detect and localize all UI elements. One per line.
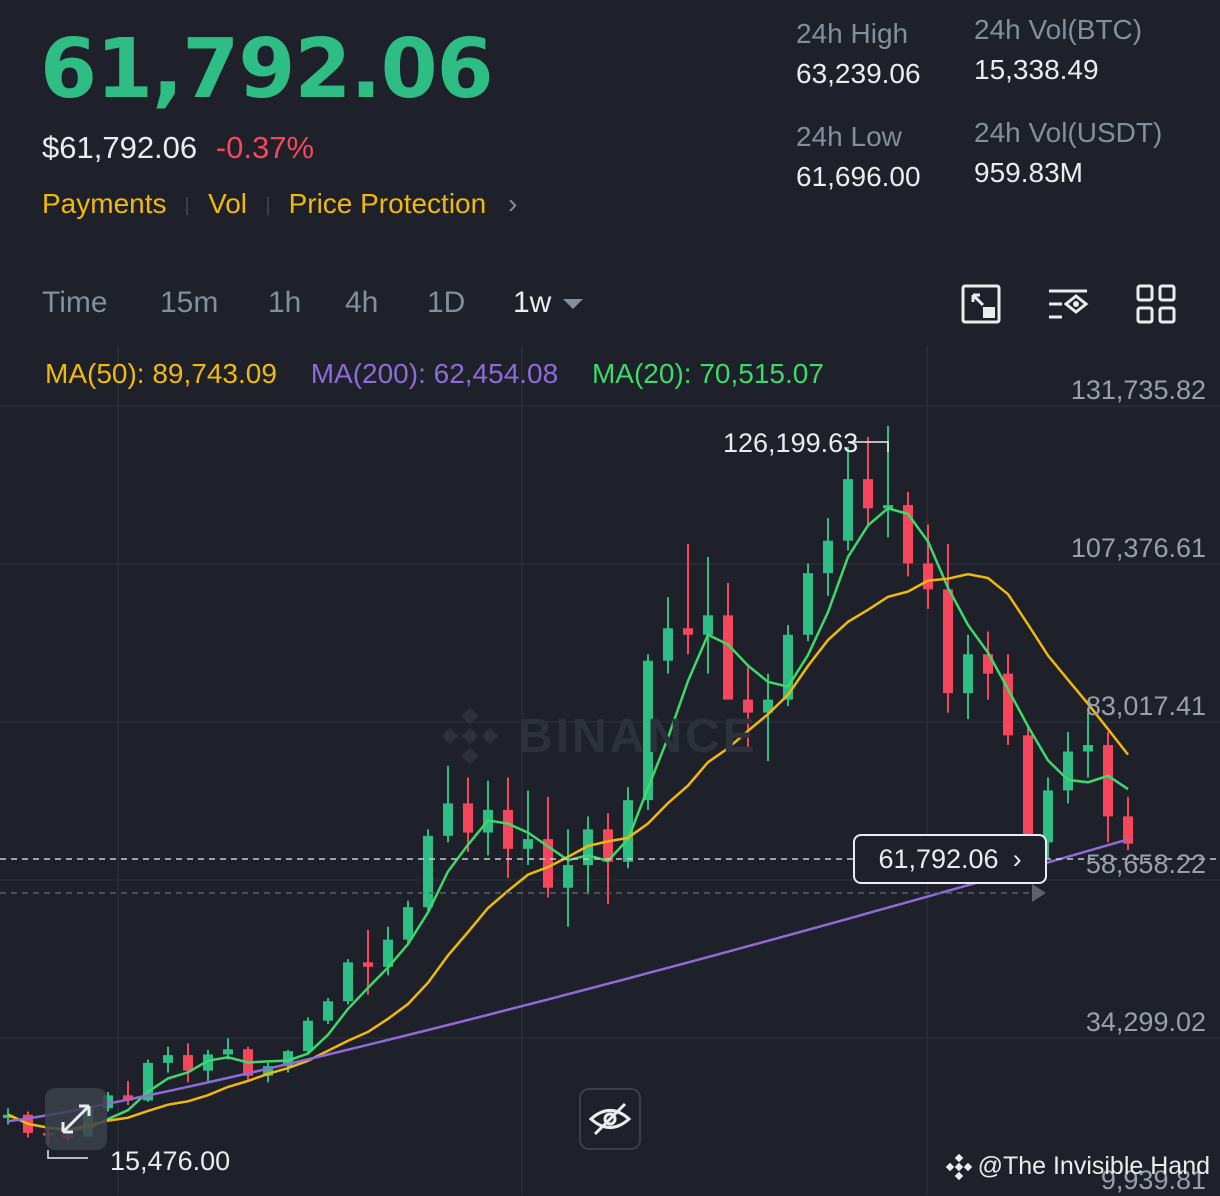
candle-body xyxy=(563,865,573,888)
chevron-right-icon[interactable]: › xyxy=(508,188,517,220)
y-axis-label: 107,376.61 xyxy=(1070,533,1206,563)
candle-body xyxy=(183,1055,193,1071)
credit-text: @The Invisible Hand xyxy=(977,1152,1210,1180)
chevron-right-icon: › xyxy=(1012,843,1022,874)
candle-body xyxy=(1103,745,1113,817)
candle-body xyxy=(423,835,433,908)
tag-price-protection[interactable]: Price Protection xyxy=(289,188,487,220)
candle-body xyxy=(503,809,513,849)
stat-value: 61,696.00 xyxy=(796,161,921,192)
tag-vol[interactable]: Vol xyxy=(208,188,247,220)
candle-body xyxy=(703,615,713,635)
candle-body xyxy=(683,628,693,635)
candle-body xyxy=(163,1055,173,1063)
y-axis-label: 58,658.22 xyxy=(1085,849,1206,879)
tab-15m[interactable]: 15m xyxy=(160,286,218,320)
ma200-label: MA(200): 62,454.08 xyxy=(310,358,559,389)
candle-body xyxy=(303,1020,313,1052)
candle-body xyxy=(1083,745,1093,752)
last-price: 61,792.06 xyxy=(40,22,494,117)
candle-body xyxy=(223,1049,233,1055)
current-price-value: 61,792.06 xyxy=(878,843,999,874)
hide-icon xyxy=(588,1102,632,1136)
ma20-label: MA(20): 70,515.07 xyxy=(591,358,824,389)
low-annotation: 15,476.00 xyxy=(110,1146,231,1176)
y-axis-label: 83,017.41 xyxy=(1085,691,1206,721)
expand-button[interactable] xyxy=(45,1088,107,1150)
tag-divider xyxy=(266,196,269,215)
tag-row: Payments Vol Price Protection › xyxy=(42,188,517,220)
candle-body xyxy=(1023,735,1033,843)
candle-body xyxy=(463,803,473,833)
layout-grid-icon[interactable] xyxy=(1134,282,1178,326)
binance-logo-icon xyxy=(945,1153,972,1180)
candle-body xyxy=(403,907,413,940)
stat-value: 63,239.06 xyxy=(796,58,921,89)
chart-fullscreen-icon[interactable] xyxy=(959,282,1003,326)
hide-indicators-button[interactable] xyxy=(579,1088,641,1150)
tab-1h[interactable]: 1h xyxy=(268,286,301,320)
stat-24h-high: 24h High 63,239.06 xyxy=(796,18,921,90)
price-subrow: $61,792.06 -0.37% xyxy=(42,130,314,166)
change-percent: -0.37% xyxy=(215,130,315,165)
candle-body xyxy=(523,839,533,849)
tab-1d[interactable]: 1D xyxy=(427,286,465,320)
current-price-marker[interactable]: 61,792.06 › xyxy=(853,834,1047,884)
chevron-down-icon xyxy=(563,299,584,310)
indicator-settings-icon[interactable] xyxy=(1046,282,1090,326)
binance-watermark: BINANCE xyxy=(440,706,758,766)
candle-body xyxy=(1043,790,1053,843)
candle-body xyxy=(963,654,973,694)
candle-body xyxy=(323,1001,333,1021)
stat-label: 24h Vol(USDT) xyxy=(974,117,1163,148)
candle-body xyxy=(723,615,733,700)
stat-24h-vol-usdt: 24h Vol(USDT) 959.83M xyxy=(974,117,1162,189)
ma20-line xyxy=(7,506,1129,1132)
y-axis-label: 131,735.82 xyxy=(1070,375,1206,405)
tab-4h[interactable]: 4h xyxy=(345,286,378,320)
stat-24h-low: 24h Low 61,696.00 xyxy=(796,121,921,193)
candle-body xyxy=(843,479,853,541)
candle-body xyxy=(663,628,673,661)
low-marker-line xyxy=(47,1150,88,1159)
binance-logo-icon xyxy=(441,707,499,765)
candle-body xyxy=(923,563,933,590)
stat-label: 24h High xyxy=(796,18,909,49)
candle-body xyxy=(343,962,353,1002)
candle-body xyxy=(863,479,873,509)
stat-label: 24h Vol(BTC) xyxy=(974,14,1143,45)
reference-arrow xyxy=(1032,884,1046,902)
ma-legend: MA(50): 89,743.09 MA(200): 62,454.08 MA(… xyxy=(45,358,850,390)
price-chart[interactable] xyxy=(0,345,1220,1195)
candle-body xyxy=(443,803,453,836)
expand-icon xyxy=(61,1104,91,1134)
tab-time[interactable]: Time xyxy=(42,286,108,320)
timeframe-bar: Time 15m 1h 4h 1D 1w xyxy=(42,282,1192,328)
candle-body xyxy=(823,540,833,574)
stat-24h-vol-btc: 24h Vol(BTC) 15,338.49 xyxy=(974,14,1142,86)
candle-body xyxy=(943,589,953,694)
stat-value: 15,338.49 xyxy=(974,54,1099,85)
tab-1w[interactable]: 1w xyxy=(513,286,584,320)
watermark-text: BINANCE xyxy=(518,709,758,763)
author-credit: @The Invisible Hand xyxy=(945,1152,1210,1181)
high-annotation: 126,199.63 xyxy=(723,428,859,458)
stat-value: 959.83M xyxy=(974,157,1083,188)
tag-payments[interactable]: Payments xyxy=(42,188,167,220)
candle-body xyxy=(803,573,813,635)
candle-body xyxy=(363,962,373,967)
y-axis-label: 34,299.02 xyxy=(1085,1007,1206,1037)
candle-body xyxy=(1063,751,1073,791)
tab-1w-label: 1w xyxy=(513,286,552,319)
ma50-label: MA(50): 89,743.09 xyxy=(45,358,277,389)
stat-label: 24h Low xyxy=(796,121,902,152)
tag-divider xyxy=(186,196,189,215)
usd-price: $61,792.06 xyxy=(42,130,198,165)
